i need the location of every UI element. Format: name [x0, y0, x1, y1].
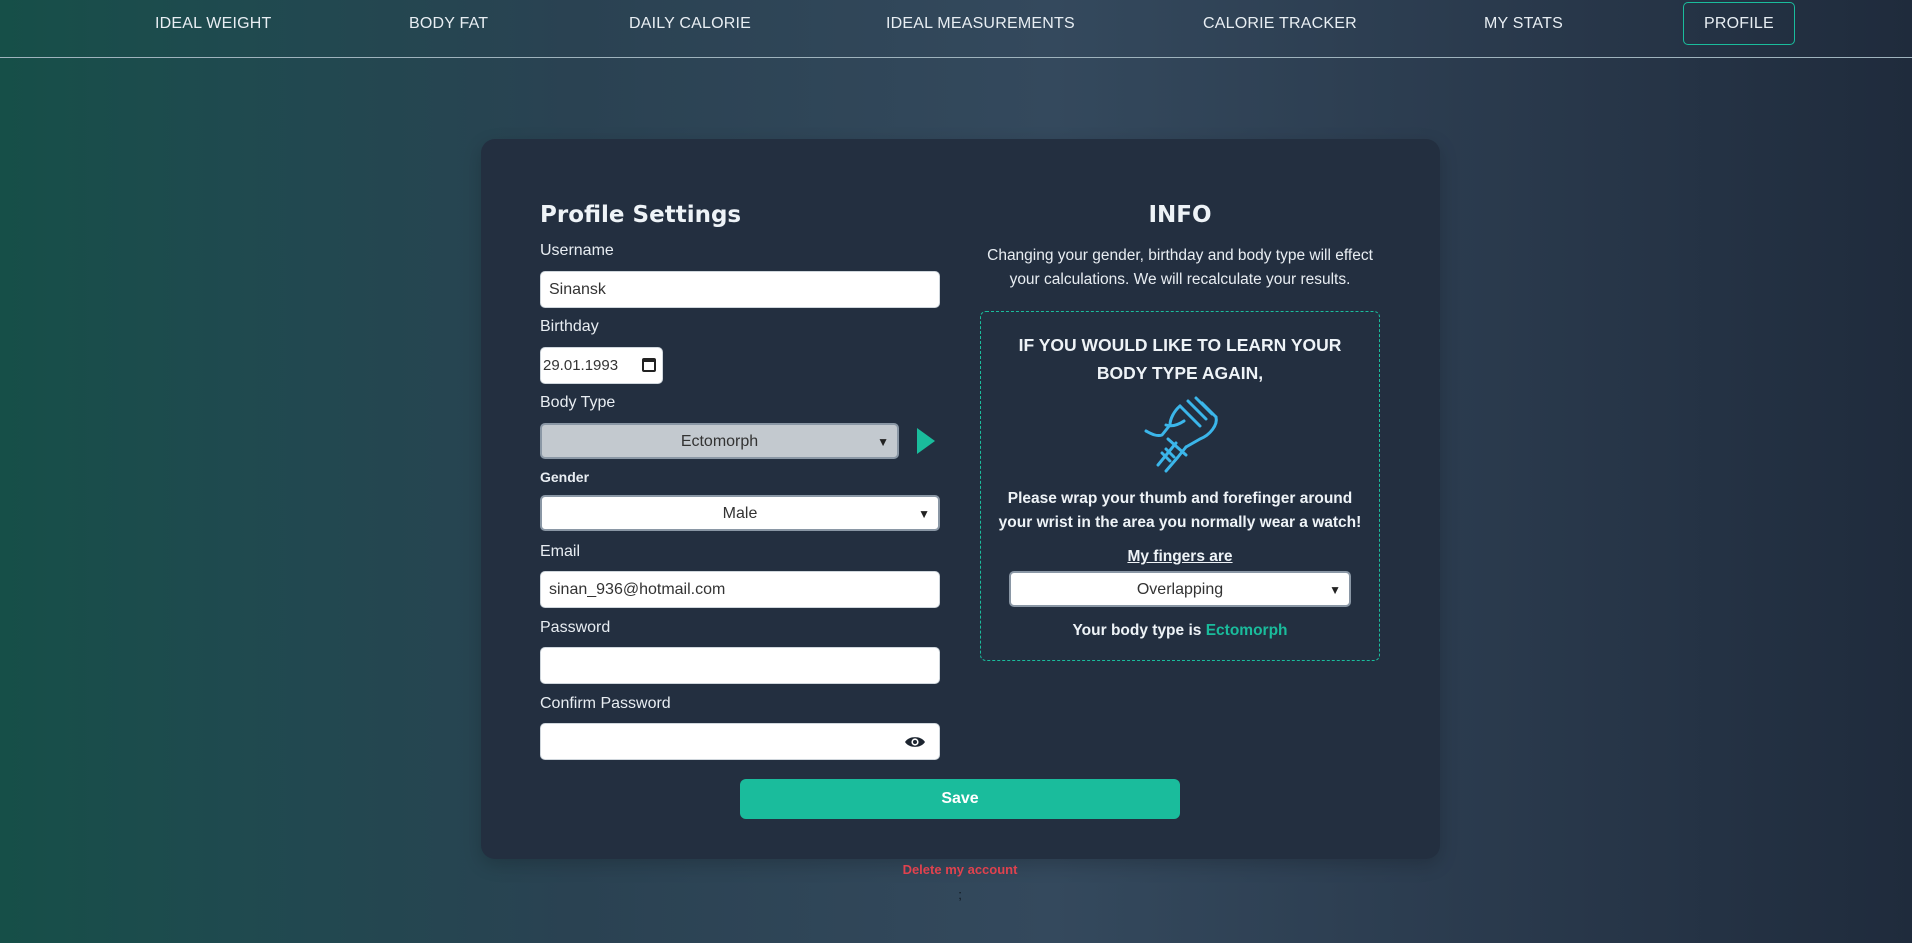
body-type-label: Body Type: [540, 394, 616, 411]
password-input[interactable]: [540, 647, 940, 684]
footer-mark: ;: [958, 887, 962, 902]
top-nav: IDEAL WEIGHT BODY FAT DAILY CALORIE IDEA…: [0, 0, 1912, 58]
wrist-instruction: Please wrap your thumb and forefinger ar…: [998, 490, 1362, 531]
fingers-value: Overlapping: [1136, 581, 1224, 598]
result-prefix: Your body type is: [1072, 622, 1202, 639]
wrist-grab-icon: [1144, 396, 1218, 473]
result-value: Ectomorph: [1205, 622, 1288, 639]
chevron-down-icon: ▼: [1329, 583, 1341, 597]
confirm-password-input[interactable]: [540, 723, 940, 760]
birthday-input[interactable]: 29.01.1993: [540, 347, 663, 384]
nav-item-calorie-tracker[interactable]: CALORIE TRACKER: [1203, 0, 1357, 48]
fingers-label: My fingers are: [1127, 548, 1233, 565]
calendar-icon[interactable]: [642, 358, 656, 372]
body-type-select[interactable]: Ectomorph ▼: [540, 423, 899, 459]
learn-body-type-heading: IF YOU WOULD LIKE TO LEARN YOUR BODY TYP…: [1018, 335, 1342, 383]
nav-item-ideal-weight[interactable]: IDEAL WEIGHT: [155, 0, 272, 48]
gender-select[interactable]: Male ▼: [540, 495, 940, 531]
info-title: INFO: [1148, 202, 1212, 228]
fingers-select[interactable]: Overlapping ▼: [1009, 571, 1351, 607]
info-description: Changing your gender, birthday and body …: [987, 247, 1373, 288]
play-icon[interactable]: [917, 428, 935, 454]
nav-item-profile[interactable]: PROFILE: [1683, 2, 1795, 45]
username-label: Username: [540, 242, 614, 259]
password-label: Password: [540, 619, 611, 636]
gender-value: Male: [722, 505, 758, 522]
nav-item-daily-calorie[interactable]: DAILY CALORIE: [629, 0, 751, 48]
email-label: Email: [540, 543, 581, 560]
birthday-label: Birthday: [540, 318, 599, 335]
email-input[interactable]: sinan_936@hotmail.com: [540, 571, 940, 608]
chevron-down-icon: ▼: [918, 507, 930, 521]
body-type-result: Your body type is Ectomorph: [995, 622, 1365, 640]
profile-settings-title: Profile Settings: [540, 202, 742, 228]
username-input[interactable]: Sinansk: [540, 271, 940, 308]
nav-item-ideal-measurements[interactable]: IDEAL MEASUREMENTS: [886, 0, 1075, 48]
body-type-value: Ectomorph: [680, 433, 759, 450]
save-button[interactable]: Save: [740, 779, 1180, 819]
eye-icon[interactable]: [904, 735, 926, 749]
delete-account-link[interactable]: Delete my account: [860, 862, 1060, 877]
confirm-password-label: Confirm Password: [540, 695, 671, 712]
birthday-value: 29.01.1993: [543, 357, 619, 374]
gender-label: Gender: [540, 469, 590, 485]
chevron-down-icon: ▼: [877, 435, 889, 449]
nav-item-body-fat[interactable]: BODY FAT: [409, 0, 488, 48]
nav-item-my-stats[interactable]: MY STATS: [1484, 0, 1563, 48]
